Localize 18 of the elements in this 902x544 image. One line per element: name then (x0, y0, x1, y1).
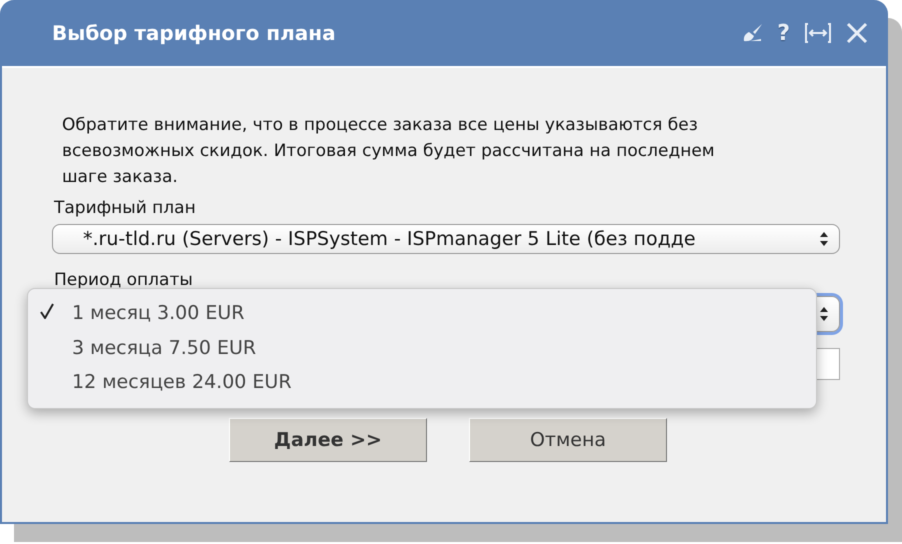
field-label: Тарифный план (53, 198, 197, 218)
option-label: 12 месяцев 24.00 EUR (72, 371, 292, 394)
window-title: Выбор тарифного плана (52, 21, 337, 45)
resize-icon[interactable] (804, 22, 832, 44)
select-arrows-icon (819, 231, 829, 247)
menu-option[interactable]: 12 месяцев 24.00 EUR (28, 365, 816, 400)
option-label: 3 месяца 7.50 EUR (72, 336, 256, 359)
tariff-select[interactable]: *.ru-tld.ru (Servers) - ISPSystem - ISPmanager 5 Lite (без подде (52, 224, 840, 254)
notice-text: Обратите внимание, что в процессе заказа все цены указываются без всевозможных скидок. Итоговая сумма будет рассчитана на последнем шаге заказа. (61, 114, 716, 189)
menu-option[interactable]: 3 месяца 7.50 EUR (28, 330, 816, 365)
field-label: Период оплаты (53, 270, 194, 290)
option-label: 1 месяц 3.00 EUR (72, 302, 244, 324)
select-arrows-icon (819, 306, 829, 322)
close-icon[interactable] (846, 22, 868, 44)
brush-icon[interactable] (741, 23, 764, 43)
cancel-button[interactable]: Отмена (469, 418, 667, 462)
menu-option[interactable]: 1 месяц 3.00 EUR (28, 296, 816, 330)
next-button[interactable]: Далее >> (229, 418, 427, 462)
